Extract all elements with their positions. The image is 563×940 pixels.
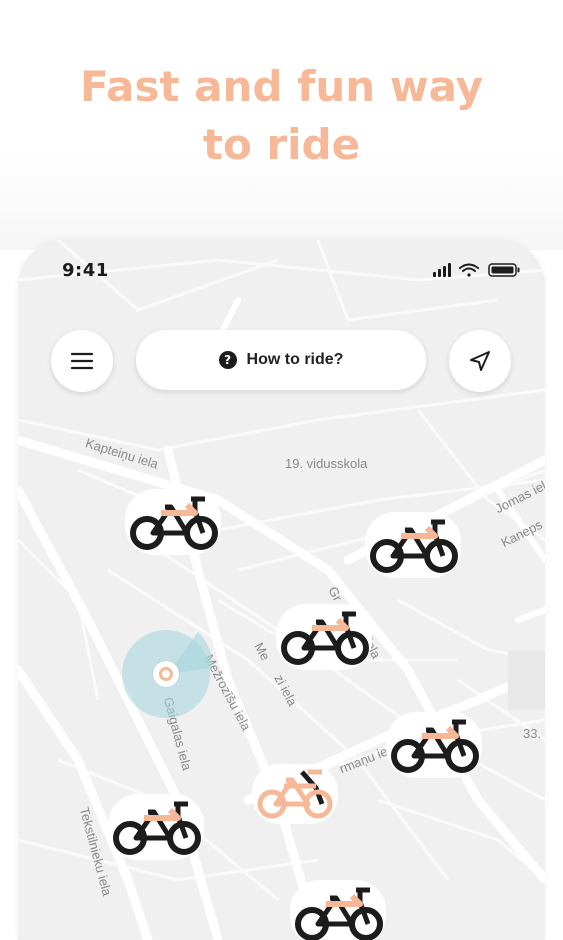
bike-marker[interactable] [288, 876, 388, 940]
address-number-label: 33. [523, 726, 542, 741]
bike-marker[interactable] [274, 600, 374, 672]
hamburger-menu-icon [70, 352, 94, 370]
signal-icon [433, 263, 451, 277]
headline-line-1: Fast and fun way [79, 62, 484, 111]
bike-marker[interactable] [106, 790, 206, 862]
bike-marker[interactable] [123, 485, 223, 557]
bicycle-icon [108, 794, 204, 860]
how-to-ride-button[interactable]: ? How to ride? [136, 330, 426, 390]
how-to-ride-label: How to ride? [246, 351, 344, 368]
bicycle-icon [386, 712, 482, 778]
phone-mockup: 9:41 ? How to ride? Kapteiņu iela 19. vi… [18, 240, 545, 940]
status-icons [433, 263, 520, 277]
help-icon: ? [218, 351, 237, 369]
bicycle-icon [276, 604, 372, 670]
navigation-arrow-icon [470, 351, 490, 371]
user-location-icon [153, 661, 179, 687]
locate-me-button[interactable] [449, 330, 511, 392]
headline-line-2: to ride [202, 120, 361, 169]
bike-marker[interactable] [384, 708, 484, 780]
poi-label: 19. vidusskola [285, 456, 368, 471]
status-time: 9:41 [62, 260, 109, 281]
bike-marker-selected[interactable] [250, 760, 340, 826]
menu-button[interactable] [51, 330, 113, 392]
headline: Fast and fun way to ride [0, 58, 563, 174]
bicycle-icon [125, 489, 221, 555]
hero-header: Fast and fun way to ride [0, 0, 563, 250]
battery-icon [488, 263, 520, 277]
wifi-icon [459, 263, 479, 277]
bicycle-icon [252, 764, 338, 824]
bicycle-icon [290, 880, 386, 940]
bicycle-icon [365, 512, 461, 578]
bike-marker[interactable] [363, 508, 463, 580]
